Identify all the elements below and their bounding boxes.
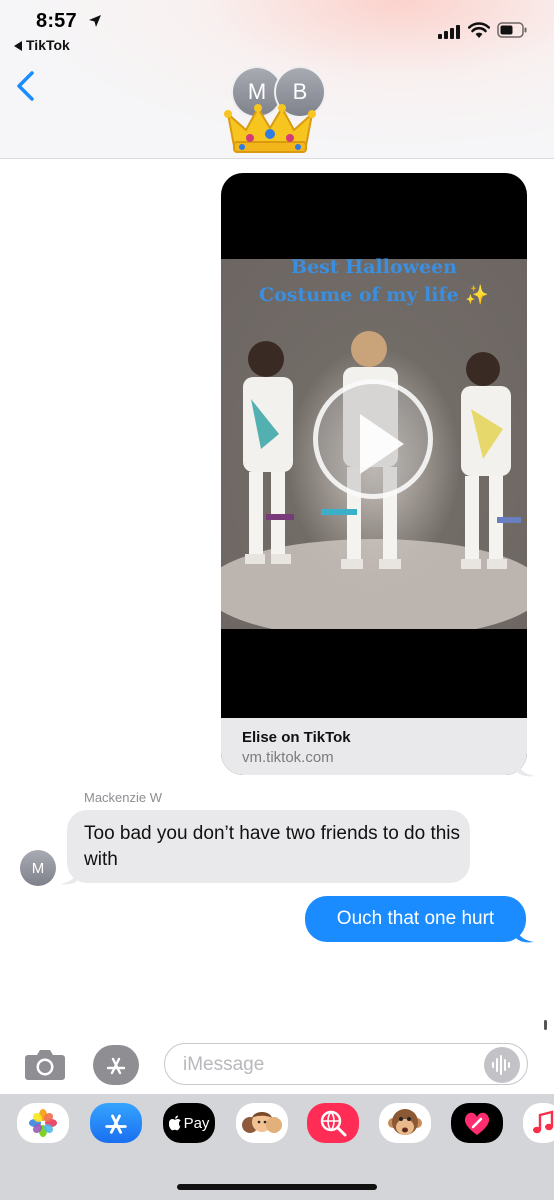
back-chevron-icon[interactable] — [14, 70, 36, 102]
crown-icon — [224, 104, 316, 153]
home-indicator[interactable] — [177, 1184, 377, 1190]
video-caption: Best Halloween Costume of my life ✨ — [221, 253, 527, 309]
app-store-icon[interactable] — [90, 1103, 142, 1143]
monkey-face-icon — [388, 1109, 422, 1135]
bubble-tail — [60, 864, 78, 885]
message-input-placeholder: iMessage — [183, 1054, 265, 1075]
audio-message-button[interactable] — [484, 1047, 520, 1083]
bubble-tail — [517, 756, 535, 777]
received-message-text: Too bad you don’t have two friends to do… — [84, 823, 461, 870]
monkey-emoji-icon[interactable] — [379, 1103, 431, 1143]
apple-pay-label: Pay — [183, 1114, 210, 1132]
play-icon — [360, 414, 404, 474]
music-note-icon — [533, 1110, 554, 1134]
web-search-icon[interactable] — [307, 1103, 359, 1143]
link-preview-bubble[interactable]: Best Halloween Costume of my life ✨ Elis… — [221, 173, 527, 775]
music-icon[interactable] — [523, 1103, 554, 1143]
link-preview-footer[interactable] — [221, 718, 527, 775]
battery-icon — [497, 22, 527, 38]
scroll-indicator[interactable] — [544, 1020, 547, 1030]
camera-icon[interactable] — [24, 1047, 66, 1081]
video-caption-line-2: Costume of my life ✨ — [258, 284, 490, 306]
link-title: Elise on TikTok — [242, 729, 351, 746]
location-arrow-icon — [89, 15, 101, 27]
apple-pay-icon[interactable]: Pay — [163, 1103, 215, 1143]
status-time: 8:57 — [36, 10, 77, 32]
apple-logo-icon — [168, 1115, 181, 1131]
heart-touch-icon — [464, 1112, 490, 1135]
app-store-a-icon — [105, 1114, 127, 1134]
sender-avatar[interactable]: M — [20, 850, 56, 886]
play-button[interactable] — [313, 379, 433, 499]
globe-search-icon — [320, 1110, 347, 1137]
sent-message-text: Ouch that one hurt — [336, 908, 495, 929]
digital-touch-icon[interactable] — [451, 1103, 503, 1143]
link-domain: vm.tiktok.com — [242, 749, 334, 766]
app-store-button[interactable] — [93, 1045, 139, 1085]
app-store-icon — [106, 1057, 126, 1075]
video-caption-line-1: Best Halloween — [291, 256, 457, 278]
photos-icon[interactable] — [17, 1103, 69, 1143]
cellular-signal-icon — [438, 25, 460, 39]
memoji-icon[interactable] — [236, 1103, 288, 1143]
sender-name: Mackenzie W — [84, 790, 163, 805]
waveform-icon — [492, 1055, 510, 1075]
back-to-app-icon[interactable] — [14, 41, 22, 51]
photos-flower-icon — [29, 1109, 57, 1137]
memoji-faces-icon — [242, 1112, 282, 1133]
wifi-icon — [468, 22, 490, 38]
back-to-app-label[interactable]: TikTok — [26, 37, 70, 53]
